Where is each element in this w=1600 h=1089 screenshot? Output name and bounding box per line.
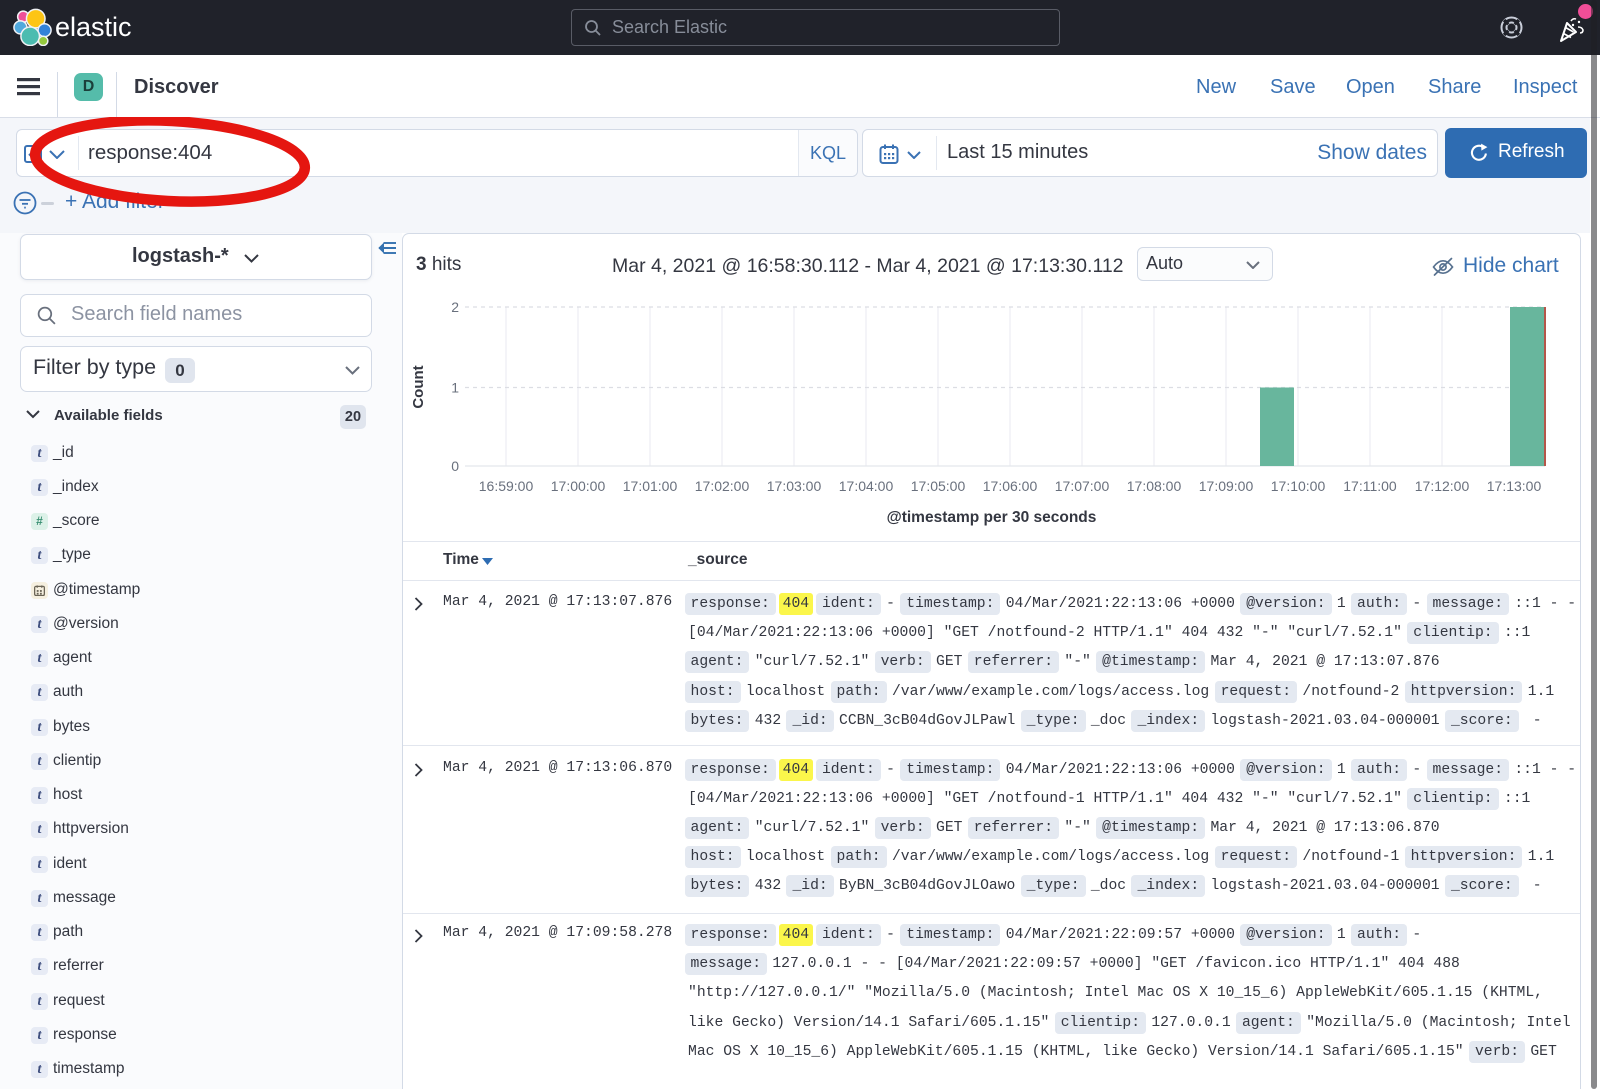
svg-text:17:07:00: 17:07:00 <box>1055 478 1110 494</box>
svg-text:Count: Count <box>410 365 427 408</box>
svg-text:17:13:00: 17:13:00 <box>1487 478 1542 494</box>
svg-text:17:04:00: 17:04:00 <box>839 478 894 494</box>
svg-text:16:59:00: 16:59:00 <box>479 478 534 494</box>
svg-text:17:00:00: 17:00:00 <box>551 478 606 494</box>
svg-text:17:12:00: 17:12:00 <box>1415 478 1470 494</box>
svg-text:17:05:00: 17:05:00 <box>911 478 966 494</box>
svg-text:1: 1 <box>451 380 459 396</box>
svg-text:17:03:00: 17:03:00 <box>767 478 822 494</box>
svg-text:17:01:00: 17:01:00 <box>623 478 678 494</box>
svg-text:17:06:00: 17:06:00 <box>983 478 1038 494</box>
svg-text:17:10:00: 17:10:00 <box>1271 478 1326 494</box>
svg-text:17:08:00: 17:08:00 <box>1127 478 1182 494</box>
svg-text:17:02:00: 17:02:00 <box>695 478 750 494</box>
svg-text:17:11:00: 17:11:00 <box>1343 478 1397 494</box>
svg-text:2: 2 <box>451 299 459 315</box>
svg-text:17:09:00: 17:09:00 <box>1199 478 1254 494</box>
svg-text:0: 0 <box>451 458 459 474</box>
